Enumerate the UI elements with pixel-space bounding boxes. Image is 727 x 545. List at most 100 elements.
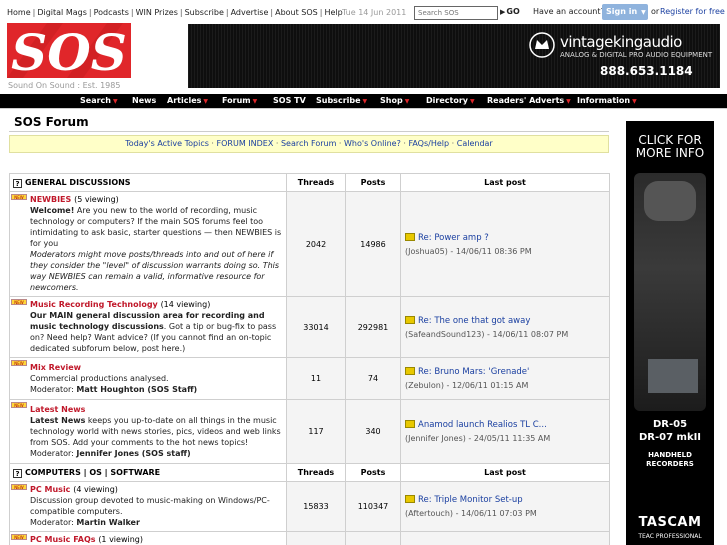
- nav-item-articles[interactable]: Articles ▼: [167, 94, 208, 108]
- thread-count: 15833: [286, 481, 346, 532]
- thread-count: 2042: [286, 191, 346, 297]
- last-post-column-header: Last post: [400, 463, 610, 482]
- top-link[interactable]: WIN Prizes: [136, 8, 178, 17]
- category-name-cell: ? GENERAL DISCUSSIONS: [9, 173, 287, 192]
- nav-item-shop[interactable]: Shop ▼: [380, 94, 409, 108]
- last-post-meta: (Jennifer Jones) - 24/05/11 11:35 AM: [405, 434, 551, 443]
- ad-headline: CLICK FOR MORE INFO: [635, 133, 705, 160]
- nav-item-news[interactable]: News: [132, 94, 156, 108]
- quicklink-separator: ·: [208, 139, 217, 148]
- nav-item-directory[interactable]: Directory ▼: [426, 94, 475, 108]
- last-post-cell: Re: Power amp ? (Joshua05) - 14/06/11 08:…: [400, 191, 610, 297]
- last-post-link[interactable]: Re: Triple Monitor Set-up: [418, 495, 523, 505]
- quicklink[interactable]: Calendar: [457, 139, 493, 148]
- quicklink[interactable]: Who's Online?: [344, 139, 401, 148]
- top-link[interactable]: Help: [324, 8, 342, 17]
- quicklink[interactable]: Search Forum: [281, 139, 336, 148]
- forum-name-link[interactable]: Latest News: [30, 405, 85, 414]
- forum-description-cell: NEW PC Music FAQs (1 viewing): [9, 531, 287, 545]
- quicklink[interactable]: FORUM INDEX: [217, 139, 274, 148]
- nav-item-label: Subscribe: [316, 96, 361, 105]
- thread-count: 33014: [286, 296, 346, 358]
- nav-item-readers-adverts[interactable]: Readers' Adverts ▼: [487, 94, 571, 108]
- forum-table: ? GENERAL DISCUSSIONS Threads Posts Last pos…: [9, 173, 610, 545]
- forum-description: Latest News keeps you up-to-date on all …: [12, 415, 282, 459]
- top-link[interactable]: Subscribe: [185, 8, 224, 17]
- forum-name-link[interactable]: NEWBIES: [30, 195, 71, 204]
- recorder-screen: [648, 359, 698, 393]
- forum-description: Discussion group devoted to music-making…: [12, 495, 282, 528]
- top-link[interactable]: About SOS: [275, 8, 318, 17]
- forum-row: NEW Latest News Latest News keeps you up-t…: [9, 399, 610, 464]
- last-post-link[interactable]: Re: Power amp ?: [418, 233, 489, 243]
- category-name[interactable]: GENERAL DISCUSSIONS: [25, 178, 131, 187]
- last-post-link[interactable]: Anamod launch Realios TL C...: [418, 420, 547, 430]
- new-posts-icon: NEW: [11, 194, 27, 200]
- page-title: SOS Forum: [14, 115, 89, 129]
- new-posts-icon: NEW: [11, 299, 27, 305]
- post-icon: [405, 315, 415, 324]
- nav-item-information[interactable]: Information ▼: [577, 94, 637, 108]
- top-link[interactable]: Home: [7, 8, 31, 17]
- nav-item-subscribe[interactable]: Subscribe ▼: [316, 94, 367, 108]
- category-name[interactable]: COMPUTERS | OS | SOFTWARE: [25, 468, 160, 477]
- moderator-name[interactable]: Matt Houghton (SOS Staff): [76, 385, 197, 394]
- quicklink[interactable]: FAQs/Help: [408, 139, 449, 148]
- forum-title-row: Music Recording Technology (14 viewing): [12, 299, 282, 310]
- sos-logo[interactable]: SOS: [7, 23, 131, 82]
- tascam-side-ad[interactable]: CLICK FOR MORE INFO DR-05 DR-07 mkII HAN…: [626, 121, 714, 545]
- sign-in-button[interactable]: Sign in ▼: [602, 4, 648, 20]
- forum-title-row: PC Music FAQs (1 viewing): [12, 534, 282, 545]
- vintage-king-banner-ad[interactable]: vintagekingaudio ANALOG & DIGITAL PRO AU…: [188, 24, 720, 88]
- forum-row: NEW PC Music (4 viewing) Discussion group …: [9, 481, 610, 532]
- forum-row: NEW Music Recording Technology (14 viewin…: [9, 296, 610, 358]
- moderator-name[interactable]: Jennifer Jones (SOS staff): [76, 449, 190, 458]
- link-separator: |: [179, 8, 183, 17]
- description-bold: Latest News: [30, 415, 86, 425]
- last-post-link[interactable]: Re: The one that got away: [418, 316, 530, 326]
- forum-name-link[interactable]: PC Music: [30, 485, 70, 494]
- banner-brand: vintagekingaudio: [560, 33, 682, 51]
- last-post-meta: (Zebulon) - 12/06/11 01:15 AM: [405, 381, 529, 390]
- forum-description: Welcome! Are you new to the world of rec…: [12, 205, 282, 293]
- description-text: Commercial productions analysed.: [30, 373, 169, 383]
- moderator-name[interactable]: Martin Walker: [76, 518, 140, 527]
- logo-tagline: Sound On Sound : Est. 1985: [8, 81, 121, 90]
- forum-name-link[interactable]: PC Music FAQs: [30, 535, 96, 544]
- top-link[interactable]: Podcasts: [94, 8, 129, 17]
- nav-item-forum[interactable]: Forum ▼: [222, 94, 257, 108]
- nav-divider: [0, 108, 727, 109]
- quicklink[interactable]: Today's Active Topics: [125, 139, 209, 148]
- threads-column-header: Threads: [286, 173, 346, 192]
- last-post-cell: Re: The one that got away (SafeandSound12…: [400, 296, 610, 358]
- chevron-down-icon: ▼: [404, 98, 410, 105]
- help-icon[interactable]: ?: [13, 178, 22, 188]
- last-post-link[interactable]: Re: Bruno Mars: 'Grenade': [418, 367, 529, 377]
- post-icon: [405, 420, 415, 428]
- forum-row: NEW PC Music FAQs (1 viewing): [9, 531, 610, 545]
- moderator-label: Moderator:: [30, 384, 74, 394]
- forum-name-link[interactable]: Mix Review: [30, 363, 81, 372]
- search-input[interactable]: [414, 6, 498, 20]
- post-icon: [405, 232, 415, 241]
- nav-item-search[interactable]: Search ▼: [80, 94, 118, 108]
- ad-model-2: DR-07 mkII: [638, 432, 702, 443]
- forum-description-cell: NEW Music Recording Technology (14 viewin…: [9, 296, 287, 358]
- new-posts-icon: NEW: [11, 402, 27, 408]
- search-go-button[interactable]: GO: [500, 7, 519, 16]
- chevron-down-icon: ▼: [632, 98, 637, 105]
- top-link[interactable]: Advertise: [231, 8, 269, 17]
- top-link[interactable]: Digital Mags: [37, 8, 87, 17]
- register-link[interactable]: Register for free: [660, 7, 725, 16]
- last-post-title-row: Re: Triple Monitor Set-up: [405, 493, 609, 507]
- description-text: Discussion group devoted to music-making…: [30, 496, 270, 516]
- quicklink-separator: ·: [273, 139, 281, 148]
- forum-row: NEW NEWBIES (5 viewing) Welcome! Are you n…: [9, 191, 610, 297]
- forum-name-link[interactable]: Music Recording Technology: [30, 300, 158, 309]
- forum-row: NEW Mix Review Commercial productions anal…: [9, 357, 610, 400]
- last-post-meta: (Aftertouch) - 14/06/11 07:03 PM: [405, 509, 537, 518]
- help-icon[interactable]: ?: [13, 468, 22, 478]
- forum-title-row: Latest News: [12, 404, 282, 415]
- current-date: Tue 14 Jun 2011: [342, 8, 407, 17]
- nav-item-sos-tv[interactable]: SOS TV: [273, 94, 306, 108]
